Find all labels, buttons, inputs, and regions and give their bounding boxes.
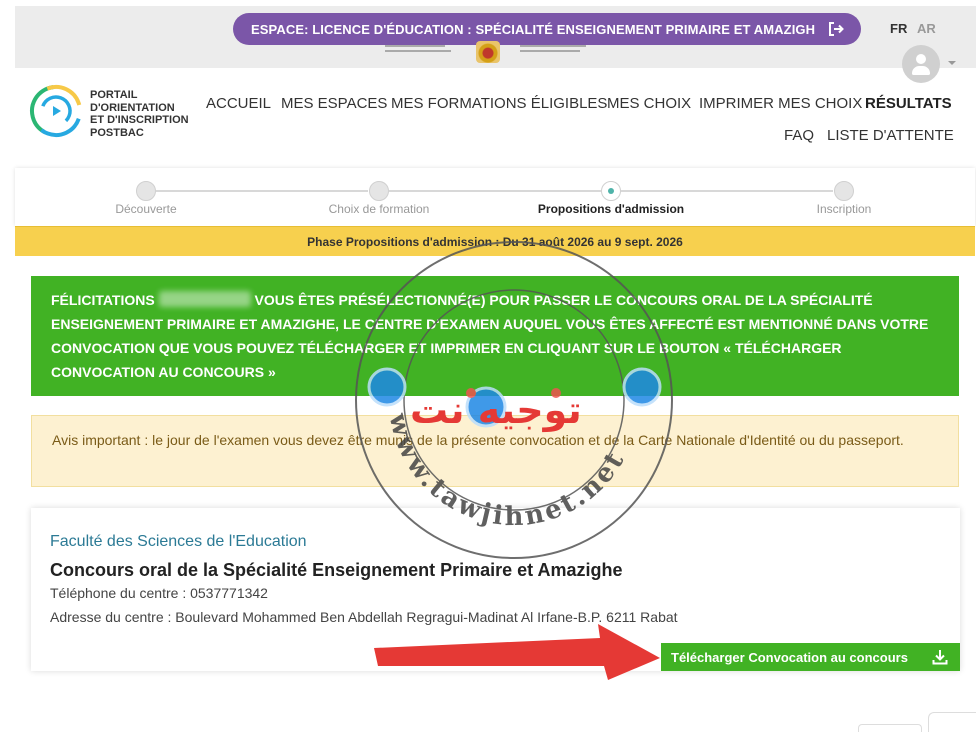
step-label-inscription: Inscription — [816, 202, 872, 216]
crest-icon — [475, 41, 500, 63]
nav-imprimer-choix[interactable]: IMPRIMER MES CHOIX — [699, 95, 862, 112]
chevron-down-icon[interactable] — [948, 61, 956, 65]
download-icon — [932, 650, 948, 665]
nav-mes-choix[interactable]: MES CHOIX — [607, 95, 691, 112]
user-avatar-icon[interactable] — [902, 45, 940, 83]
congrats-prefix: FÉLICITATIONS — [51, 292, 155, 308]
espace-label: ESPACE: LICENCE D'ÉDUCATION : SPÉCIALITÉ… — [251, 21, 816, 37]
step-connector — [156, 190, 368, 192]
portal-brand-name: PORTAIL D'ORIENTATION ET D'INSCRIPTION P… — [90, 89, 189, 139]
ministry-emblem — [385, 40, 590, 64]
nav-mes-formations[interactable]: MES FORMATIONS ÉLIGIBLES — [391, 95, 607, 112]
step-dot-inscription — [834, 181, 854, 201]
portal-logo-icon[interactable] — [29, 84, 83, 138]
step-connector — [621, 190, 833, 192]
step-label-propositions: Propositions d'admission — [537, 202, 685, 216]
step-connector — [389, 190, 601, 192]
blurred-candidate-name — [158, 291, 251, 307]
watermark-arabic: توجيه نت — [410, 388, 582, 432]
step-label-choix: Choix de formation — [328, 202, 430, 216]
lang-ar-link[interactable]: AR — [917, 21, 936, 36]
download-convocation-button[interactable]: Télécharger Convocation au concours — [661, 643, 960, 671]
step-dot-choix — [369, 181, 389, 201]
center-phone: Téléphone du centre : 0537771342 — [50, 585, 268, 601]
step-label-decouverte: Découverte — [115, 202, 177, 216]
nav-mes-espaces[interactable]: MES ESPACES — [281, 95, 387, 112]
nav-resultats[interactable]: RÉSULTATS — [865, 95, 952, 112]
download-button-label: Télécharger Convocation au concours — [671, 649, 908, 665]
logout-icon[interactable] — [827, 20, 845, 38]
bottom-widget-tab[interactable] — [858, 724, 922, 732]
concours-title: Concours oral de la Spécialité Enseignem… — [50, 560, 623, 580]
step-dot-propositions — [601, 181, 621, 201]
step-dot-decouverte — [136, 181, 156, 201]
bottom-corner-widget[interactable] — [928, 712, 976, 732]
faculty-name: Faculté des Sciences de l'Education — [50, 533, 307, 550]
progress-stepper — [15, 168, 975, 226]
nav-liste-attente[interactable]: LISTE D'ATTENTE — [827, 127, 954, 144]
center-address: Adresse du centre : Boulevard Mohammed B… — [50, 609, 678, 625]
lang-fr-link[interactable]: FR — [890, 21, 907, 36]
annotation-arrow — [374, 624, 660, 680]
nav-faq[interactable]: FAQ — [784, 127, 814, 144]
nav-accueil[interactable]: ACCUEIL — [206, 95, 271, 112]
